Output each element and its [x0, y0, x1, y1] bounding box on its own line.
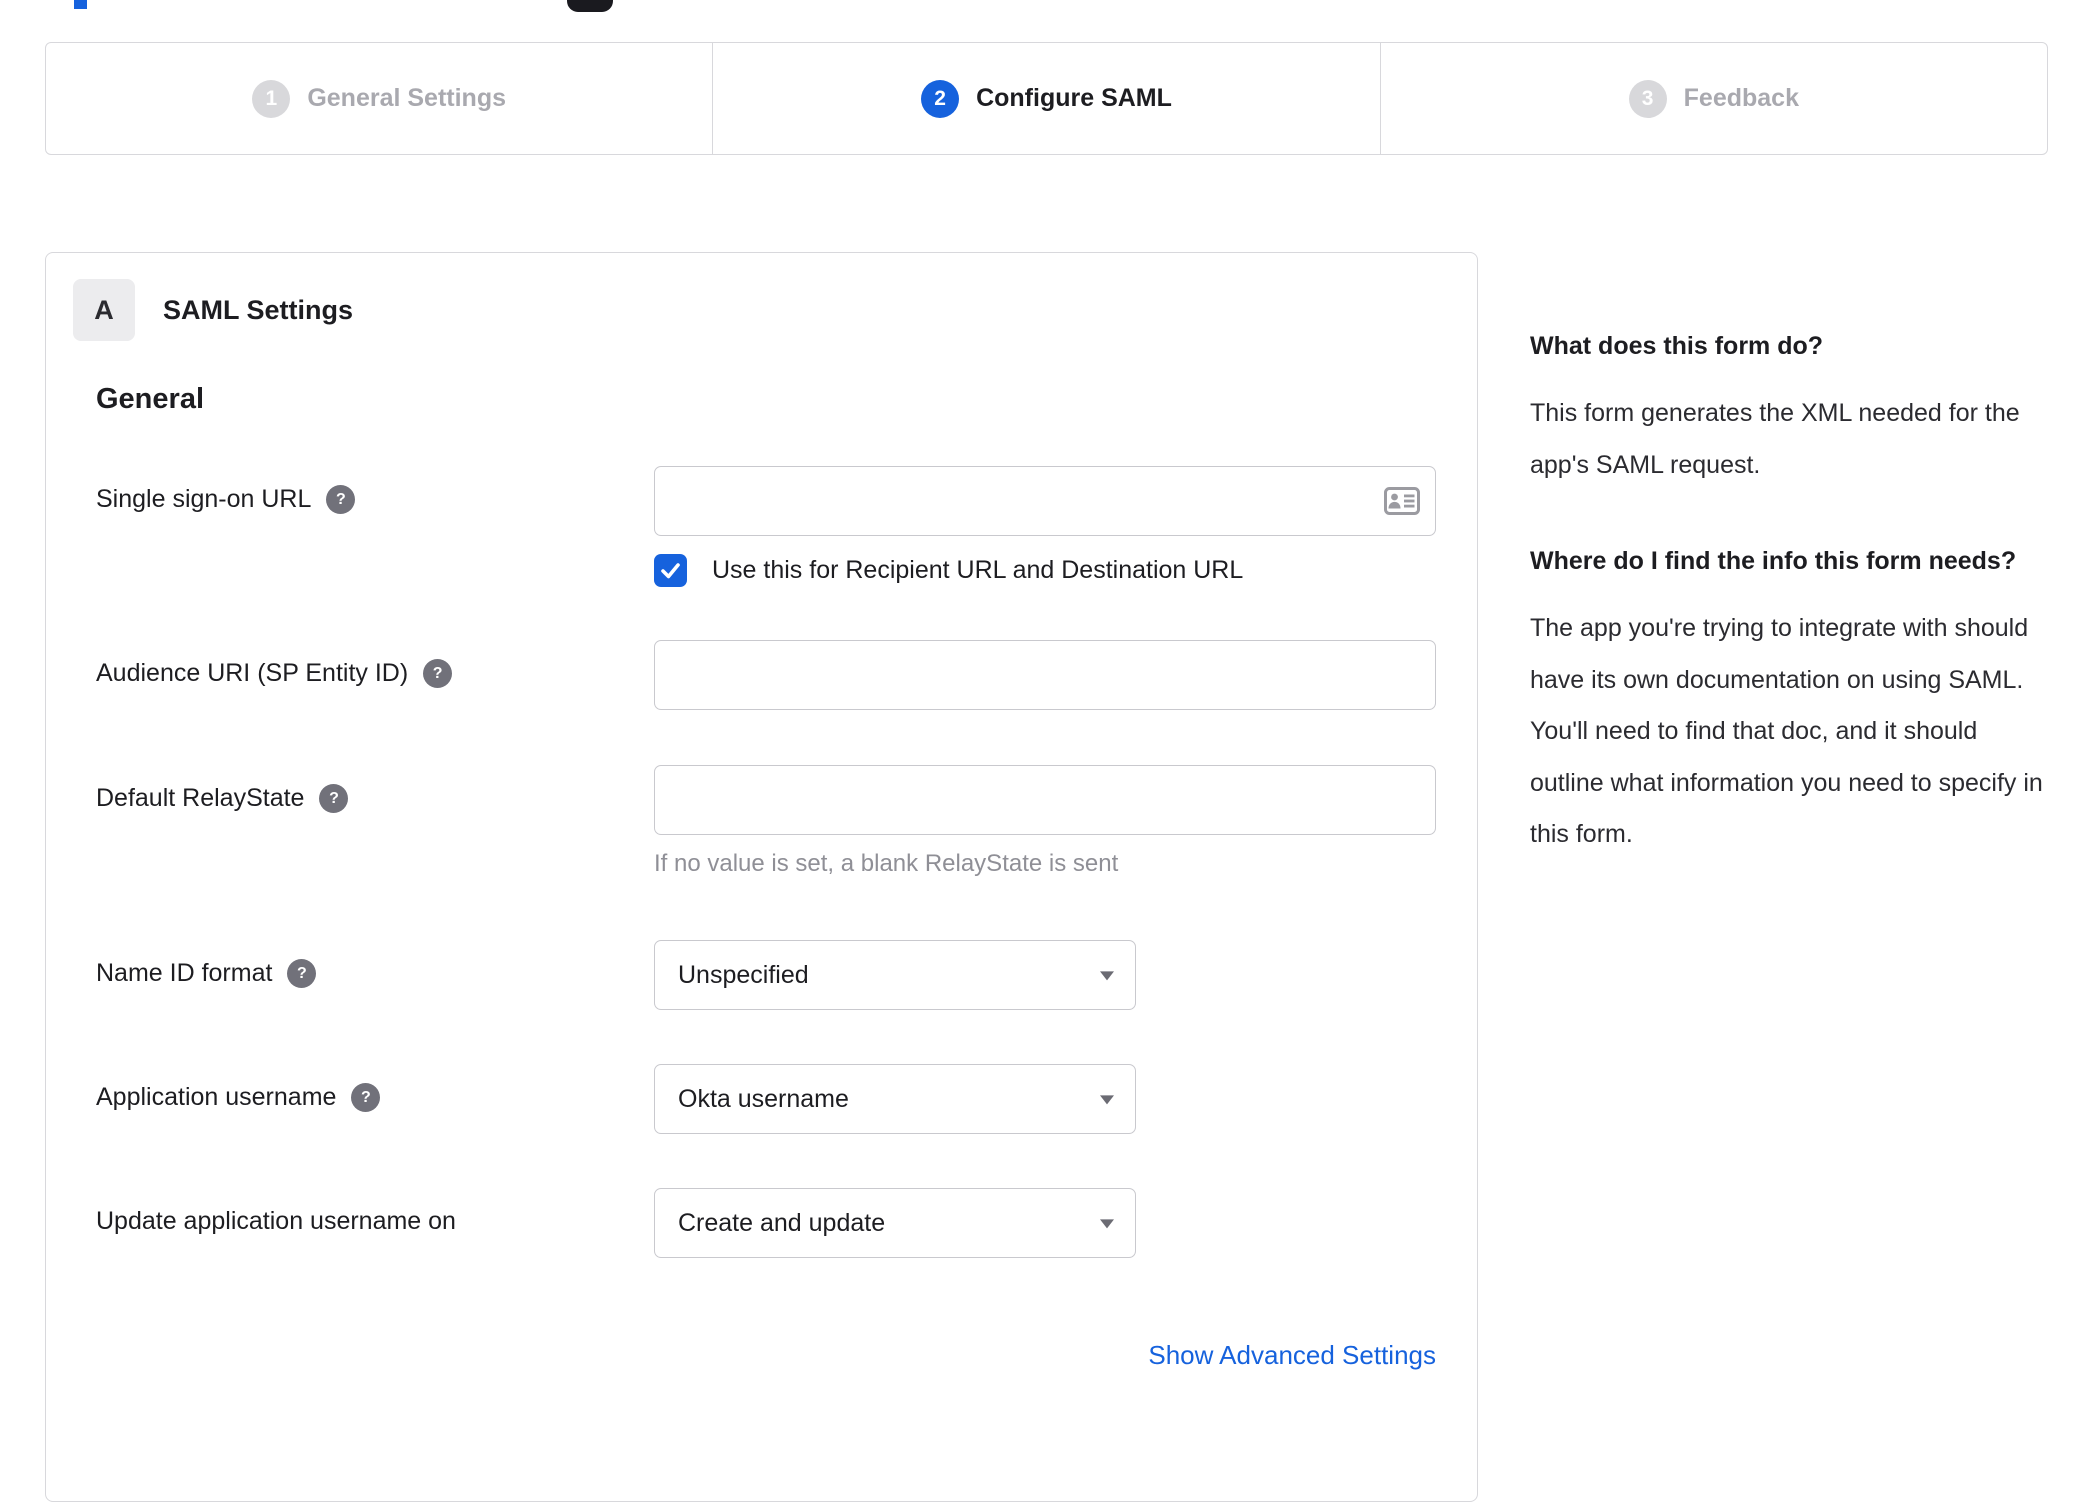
step-label: General Settings	[307, 84, 506, 112]
step-general-settings[interactable]: 1 General Settings	[46, 43, 712, 154]
update-username-label: Update application username on	[96, 1207, 456, 1235]
clipped-title-glyph-fragment	[567, 0, 613, 12]
help-icon[interactable]: ?	[351, 1083, 381, 1112]
default-relaystate-row: Default RelayState ? If no value is set,…	[96, 765, 1436, 878]
chevron-down-icon	[1100, 1095, 1114, 1105]
step-feedback[interactable]: 3 Feedback	[1379, 43, 2047, 154]
chevron-down-icon	[1100, 971, 1114, 981]
name-id-format-label: Name ID format	[96, 959, 273, 987]
wizard-stepper: 1 General Settings 2 Configure SAML 3 Fe…	[45, 42, 2048, 155]
sidebar-heading-what: What does this form do?	[1530, 332, 1824, 360]
step-configure-saml[interactable]: 2 Configure SAML	[712, 43, 1379, 154]
audience-uri-label: Audience URI (SP Entity ID)	[96, 659, 409, 687]
advanced-settings-row: Show Advanced Settings	[96, 1340, 1436, 1371]
recipient-url-checkbox-label: Use this for Recipient URL and Destinati…	[712, 556, 1244, 584]
step-number-badge: 3	[1628, 79, 1667, 118]
saml-settings-panel: A SAML Settings General Single sign-on U…	[45, 252, 1478, 1502]
application-username-row: Application username ? Okta username	[96, 1064, 1434, 1134]
update-username-row: Update application username on Create an…	[96, 1188, 1434, 1258]
show-advanced-settings-link[interactable]: Show Advanced Settings	[1148, 1340, 1436, 1370]
recipient-url-checkbox-row: Use this for Recipient URL and Destinati…	[654, 554, 1436, 587]
update-username-select[interactable]: Create and update	[654, 1188, 1136, 1258]
checkmark-icon	[661, 563, 680, 579]
audience-uri-input[interactable]	[654, 640, 1436, 710]
sso-url-label: Single sign-on URL	[96, 485, 312, 513]
step-number-badge: 2	[921, 79, 960, 118]
panel-title: SAML Settings	[163, 294, 354, 325]
application-username-value: Okta username	[678, 1084, 849, 1113]
help-icon[interactable]: ?	[423, 659, 453, 688]
sso-url-row: Single sign-on URL ? Use this for Recipi…	[96, 466, 1436, 587]
name-id-format-select[interactable]: Unspecified	[654, 940, 1136, 1010]
update-username-value: Create and update	[678, 1208, 886, 1237]
step-number-badge: 1	[252, 79, 291, 118]
default-relaystate-input[interactable]	[654, 765, 1436, 835]
relaystate-hint: If no value is set, a blank RelayState i…	[654, 850, 1119, 877]
sidebar-body-what: This form generates the XML needed for t…	[1530, 399, 2020, 479]
sidebar-heading-where: Where do I find the info this form needs…	[1530, 547, 2017, 575]
help-icon[interactable]: ?	[287, 959, 317, 988]
default-relaystate-label: Default RelayState	[96, 784, 305, 812]
help-sidebar: What does this form do? This form genera…	[1530, 326, 2054, 861]
sso-url-input[interactable]	[654, 466, 1436, 536]
step-label: Feedback	[1683, 84, 1799, 112]
name-id-format-row: Name ID format ? Unspecified	[96, 940, 1434, 1010]
sidebar-body-where: The app you're trying to integrate with …	[1530, 614, 2043, 848]
general-section-title: General	[96, 383, 204, 415]
help-icon[interactable]: ?	[326, 485, 356, 514]
recipient-url-checkbox[interactable]	[654, 554, 687, 587]
section-a-badge: A	[73, 279, 135, 341]
panel-header: A SAML Settings	[73, 279, 1434, 341]
audience-uri-row: Audience URI (SP Entity ID) ?	[96, 640, 1436, 710]
application-username-label: Application username	[96, 1083, 337, 1111]
name-id-format-value: Unspecified	[678, 960, 809, 989]
contact-card-icon	[1384, 487, 1420, 515]
chevron-down-icon	[1100, 1219, 1114, 1229]
step-label: Configure SAML	[976, 84, 1172, 112]
application-username-select[interactable]: Okta username	[654, 1064, 1136, 1134]
help-icon[interactable]: ?	[319, 784, 349, 813]
clipped-blue-tab-fragment	[74, 0, 87, 9]
